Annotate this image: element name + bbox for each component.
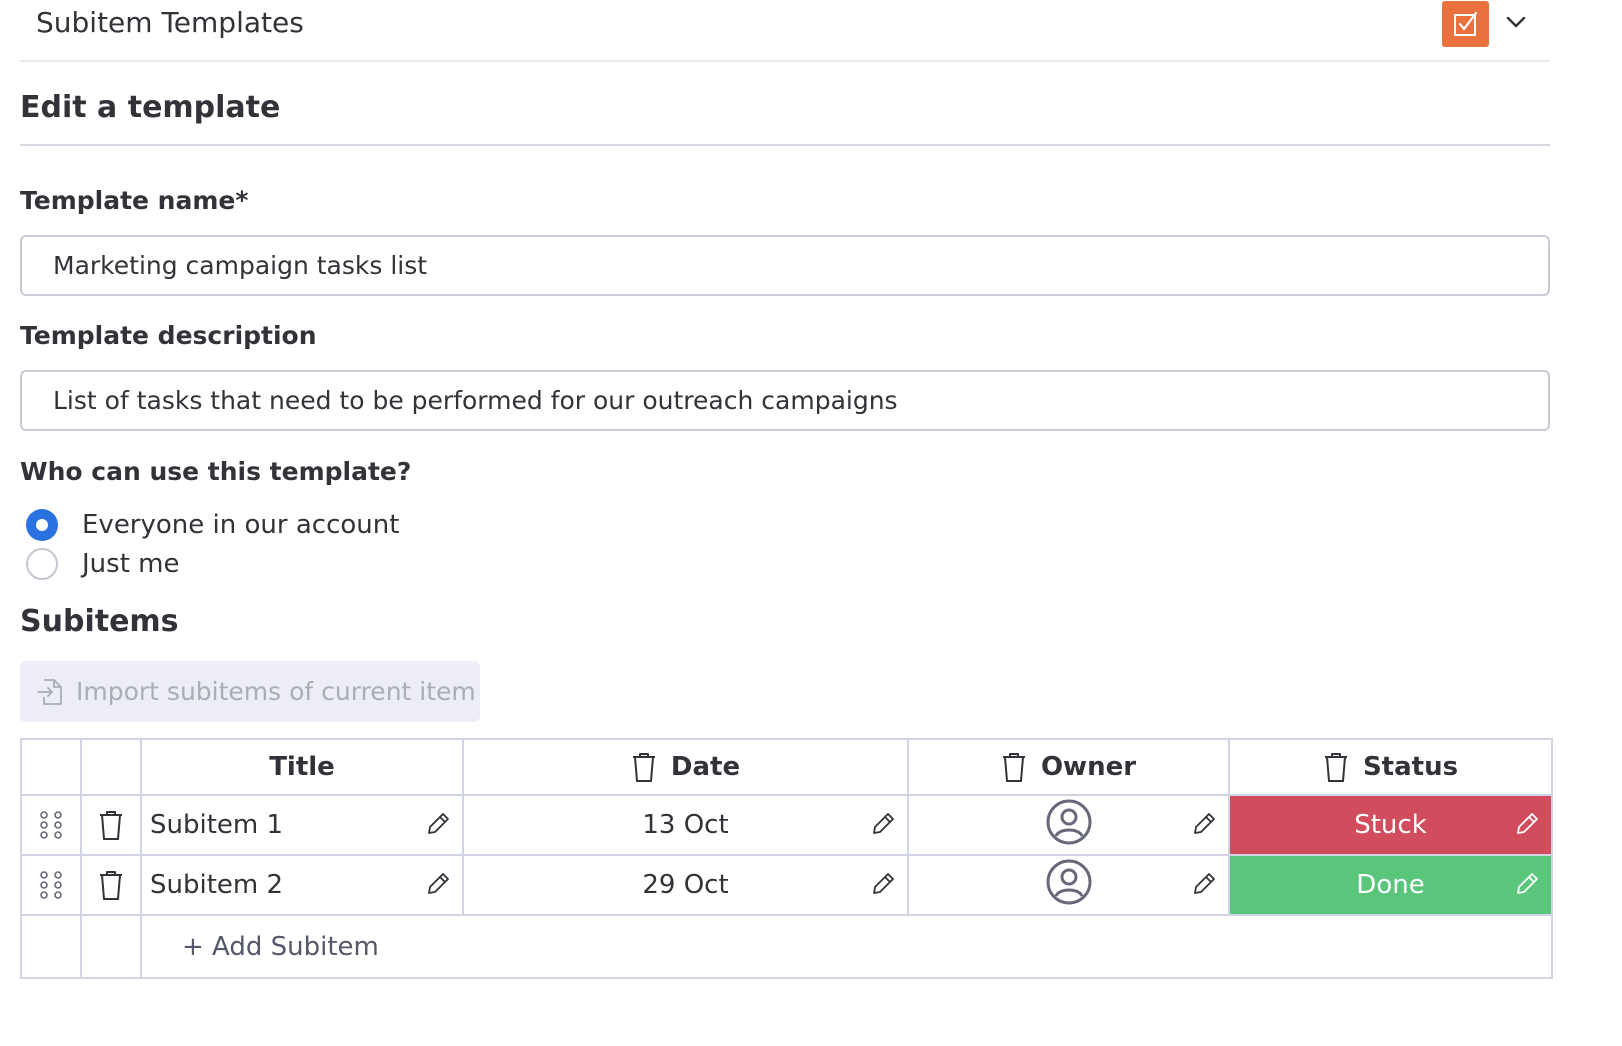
- title-cell[interactable]: Subitem 2: [140, 854, 464, 916]
- drag-handle-icon[interactable]: [22, 856, 80, 914]
- template-name-label: Template name*: [20, 186, 249, 215]
- import-file-icon: [36, 677, 64, 707]
- pencil-icon[interactable]: [869, 810, 897, 838]
- header-drag-cell: [20, 738, 82, 796]
- chevron-down-icon[interactable]: [1504, 10, 1528, 34]
- person-icon[interactable]: [1045, 798, 1093, 853]
- drag-handle-cell[interactable]: [20, 854, 82, 916]
- empty-cell: [80, 914, 142, 979]
- subitems-heading: Subitems: [20, 604, 179, 639]
- template-name-input[interactable]: [20, 235, 1550, 296]
- visibility-label: Who can use this template?: [20, 457, 412, 486]
- radio-button-checked[interactable]: [26, 509, 58, 541]
- owner-cell[interactable]: [907, 854, 1230, 916]
- radio-label: Just me: [82, 549, 180, 579]
- header-delete-cell: [80, 738, 142, 796]
- pencil-icon[interactable]: [424, 810, 452, 838]
- pencil-icon[interactable]: [424, 870, 452, 898]
- table-row: Subitem 2 29 Oct Done: [20, 854, 1553, 916]
- template-description-label: Template description: [20, 321, 317, 350]
- delete-row-cell[interactable]: [80, 794, 142, 856]
- owner-cell[interactable]: [907, 794, 1230, 856]
- subitem-title: Subitem 1: [150, 810, 284, 840]
- add-subitem-button[interactable]: + Add Subitem: [142, 917, 1551, 977]
- divider: [20, 144, 1550, 146]
- subitem-title: Subitem 2: [150, 870, 284, 900]
- radio-button[interactable]: [26, 548, 58, 580]
- pencil-icon[interactable]: [869, 870, 897, 898]
- column-date-label: Date: [670, 752, 741, 782]
- import-subitems-button[interactable]: Import subitems of current item: [20, 661, 480, 722]
- app-title: Subitem Templates: [36, 6, 304, 39]
- radio-everyone[interactable]: Everyone in our account: [26, 508, 399, 542]
- subitem-date: 13 Oct: [642, 810, 729, 840]
- subitem-date: 29 Oct: [642, 870, 729, 900]
- status-cell[interactable]: Stuck: [1228, 794, 1553, 856]
- column-title-label: Title: [269, 752, 335, 782]
- add-subitem-row: + Add Subitem: [20, 914, 1553, 979]
- trash-icon[interactable]: [82, 856, 140, 914]
- trash-icon[interactable]: [1001, 751, 1027, 783]
- trash-icon[interactable]: [1323, 751, 1349, 783]
- person-icon[interactable]: [1045, 858, 1093, 913]
- column-status-label: Status: [1362, 752, 1459, 782]
- column-header-status: Status: [1228, 738, 1553, 796]
- radio-label: Everyone in our account: [82, 510, 400, 540]
- trash-icon[interactable]: [82, 796, 140, 854]
- table-header-row: Title Date Owner Status: [20, 738, 1553, 796]
- pencil-icon[interactable]: [1513, 870, 1541, 898]
- add-subitem-cell[interactable]: + Add Subitem: [140, 914, 1553, 979]
- status-label: Stuck: [1354, 810, 1427, 840]
- column-header-owner: Owner: [907, 738, 1230, 796]
- radio-just-me[interactable]: Just me: [26, 547, 179, 581]
- import-subitems-label: Import subitems of current item: [76, 677, 476, 706]
- status-cell[interactable]: Done: [1228, 854, 1553, 916]
- column-owner-label: Owner: [1040, 752, 1137, 782]
- status-label: Done: [1356, 870, 1425, 900]
- title-cell[interactable]: Subitem 1: [140, 794, 464, 856]
- date-cell[interactable]: 13 Oct: [462, 794, 909, 856]
- column-header-title: Title: [140, 738, 464, 796]
- drag-handle-icon[interactable]: [22, 796, 80, 854]
- subitems-table: Title Date Owner Status Subitem 1 13 Oct…: [20, 738, 1553, 979]
- pencil-icon[interactable]: [1513, 810, 1541, 838]
- pencil-icon[interactable]: [1190, 870, 1218, 898]
- drag-handle-cell[interactable]: [20, 794, 82, 856]
- pencil-icon[interactable]: [1190, 810, 1218, 838]
- table-row: Subitem 1 13 Oct Stuck: [20, 794, 1553, 856]
- delete-row-cell[interactable]: [80, 854, 142, 916]
- empty-cell: [20, 914, 82, 979]
- edit-template-heading: Edit a template: [20, 90, 281, 125]
- header: Subitem Templates: [20, 0, 1550, 62]
- checkbox-icon[interactable]: [1442, 1, 1489, 47]
- trash-icon[interactable]: [631, 751, 657, 783]
- date-cell[interactable]: 29 Oct: [462, 854, 909, 916]
- template-description-input[interactable]: [20, 370, 1550, 431]
- column-header-date: Date: [462, 738, 909, 796]
